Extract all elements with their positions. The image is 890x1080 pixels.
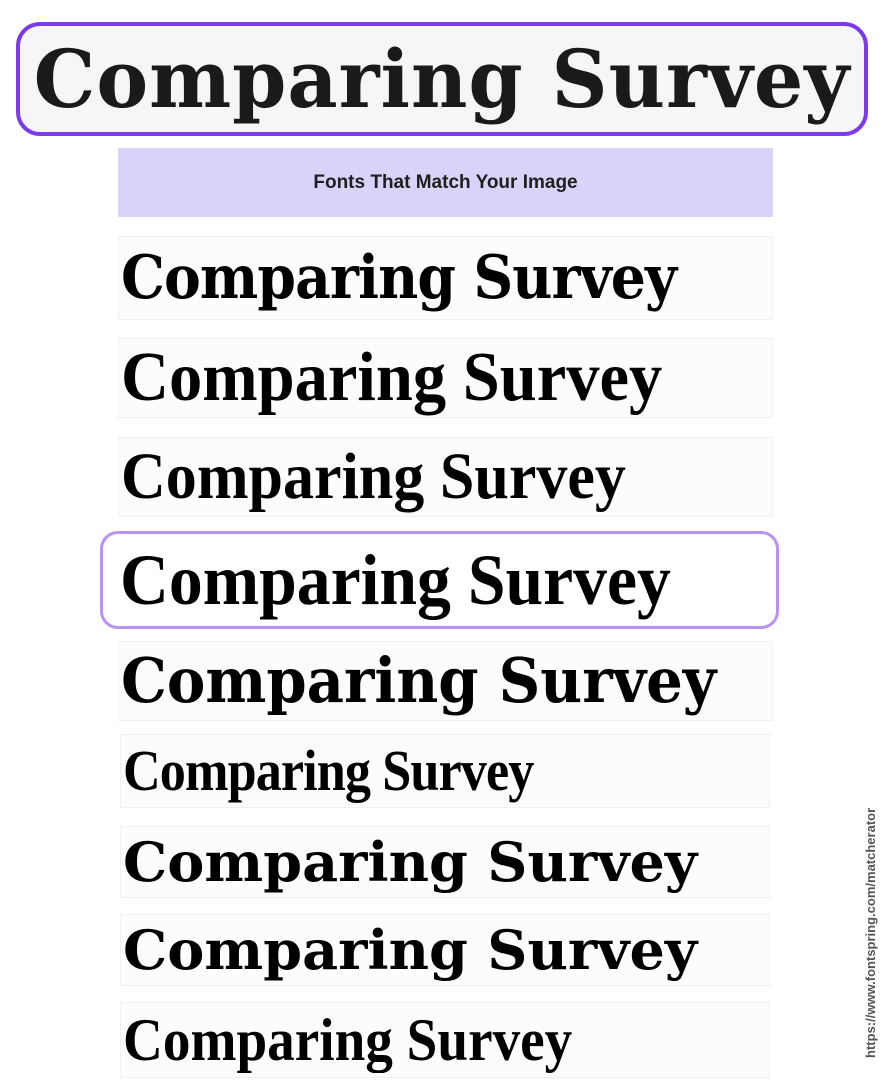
font-match-row[interactable]: Comparing Survey xyxy=(120,734,770,808)
font-match-sample: Comparing Survey xyxy=(121,440,626,513)
font-match-row-selected[interactable]: Comparing Survey xyxy=(100,531,779,629)
font-match-row[interactable]: Comparing Survey xyxy=(120,914,770,986)
font-match-row[interactable]: Comparing Survey xyxy=(120,1002,770,1078)
results-header: Fonts That Match Your Image xyxy=(118,148,773,217)
font-match-row[interactable]: Comparing Survey xyxy=(120,826,770,898)
source-image-text: Comparing Survey xyxy=(33,32,851,126)
font-match-sample: Comparing Survey xyxy=(123,738,534,803)
font-match-row[interactable]: Comparing Survey xyxy=(118,641,773,721)
font-match-sample: Comparing Survey xyxy=(121,644,717,717)
font-match-sample: Comparing Survey xyxy=(121,339,663,416)
font-match-sample: Comparing Survey xyxy=(123,1007,573,1073)
results-header-title: Fonts That Match Your Image xyxy=(313,171,578,193)
font-match-sample: Comparing Survey xyxy=(121,243,677,313)
font-match-sample: Comparing Survey xyxy=(123,918,698,982)
font-match-sample: Comparing Survey xyxy=(123,830,698,894)
font-match-row[interactable]: Comparing Survey xyxy=(118,338,773,418)
source-url-link[interactable]: https://www.fontspring.com/matcherator xyxy=(863,808,878,1058)
font-match-sample: Comparing Survey xyxy=(120,540,671,620)
font-match-row[interactable]: Comparing Survey xyxy=(118,236,773,320)
source-image-box: Comparing Survey xyxy=(16,22,868,136)
font-match-row[interactable]: Comparing Survey xyxy=(118,437,773,517)
